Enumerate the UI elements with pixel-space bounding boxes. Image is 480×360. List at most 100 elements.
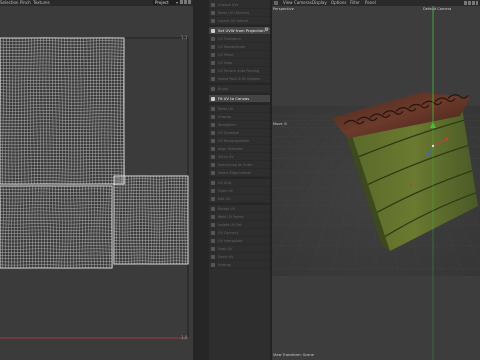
tool-item[interactable]: Unwrap xyxy=(209,113,270,121)
tool-label: Stitch UV xyxy=(218,154,234,159)
tool-icon xyxy=(211,206,215,211)
next-icon[interactable] xyxy=(184,0,187,4)
tool-item[interactable]: Layout UV Islands xyxy=(209,17,270,25)
tool-item[interactable]: Align Selection xyxy=(209,145,270,153)
tool-label: Snap UV xyxy=(218,246,233,251)
uv-coord-top-right: 1,1 xyxy=(181,35,188,40)
tool-item[interactable]: UV Grid xyxy=(209,179,270,187)
uv-island-top-left[interactable] xyxy=(0,37,125,185)
viewport-camera-name[interactable]: Default Camera xyxy=(423,7,451,11)
tool-icon xyxy=(211,162,215,167)
layout-icon[interactable] xyxy=(188,0,191,4)
tool-icon xyxy=(211,130,215,135)
tool-icon xyxy=(211,214,215,219)
tool-item[interactable]: Open UV xyxy=(209,187,270,195)
tool-item[interactable]: Weld UV Points xyxy=(209,213,270,221)
tool-item[interactable]: UV Rotate/Scale xyxy=(209,43,270,51)
viewport-nav-icons[interactable] xyxy=(464,1,478,5)
tool-label: Unwrap xyxy=(218,262,232,267)
gizmo-x-handle[interactable] xyxy=(445,137,449,141)
tool-icon xyxy=(211,180,215,185)
tool-icon xyxy=(211,10,215,15)
tool-label: UV Rectangularize xyxy=(218,138,250,143)
tool-item[interactable]: UV Terrace Auto Packing xyxy=(209,67,270,75)
tool-item[interactable]: Unpack UVs xyxy=(209,1,270,9)
gizmo-small-red-dot xyxy=(410,184,412,186)
tool-label: Relax UV (Stretch) xyxy=(218,10,250,15)
gizmo-center[interactable] xyxy=(431,144,435,148)
tool-item[interactable]: Island Pack & Fit Options xyxy=(209,75,270,83)
3d-viewport[interactable]: Perspective Default Camera Move ⚙ View T… xyxy=(272,6,480,360)
tool-label: UV Terrace Auto Packing xyxy=(218,68,260,73)
uv-coord-bottom-right: 1,0 xyxy=(181,335,188,340)
settings-icon[interactable]: ⚙ xyxy=(284,122,287,126)
tool-item[interactable]: Isolate UV Set xyxy=(209,221,270,229)
tool-item[interactable]: Rotate UV xyxy=(209,205,270,213)
tool-icon xyxy=(211,196,215,201)
tool-icon xyxy=(211,146,215,151)
uv-canvas[interactable] xyxy=(0,6,193,360)
tool-label: Decal UV xyxy=(218,254,234,259)
tool-item[interactable]: UV Rectangularize xyxy=(209,137,270,145)
tool-label: Isolate UV Set xyxy=(218,222,242,227)
tool-icon xyxy=(211,52,215,57)
move-label-text: Move xyxy=(273,122,283,126)
tool-item[interactable]: UV Interpolate xyxy=(209,237,270,245)
tool-icon xyxy=(211,138,215,143)
tool-label: Unwrap xyxy=(218,114,232,119)
tool-item[interactable]: UV Mirror xyxy=(209,51,270,59)
tool-item[interactable]: UV Snap xyxy=(209,59,270,67)
uv-mesh-lines xyxy=(113,175,189,265)
tool-label: UV Quantize xyxy=(218,130,240,135)
tool-label: UV Interpolate xyxy=(218,238,243,243)
tool-label: Rotate UV xyxy=(218,206,235,211)
tool-item[interactable]: Fit UV to Canvas xyxy=(209,95,270,103)
tool-item[interactable]: Edit UV xyxy=(209,195,270,203)
viewport-footer: View Transform: Scene xyxy=(273,353,314,357)
tool-label: UV Rotate/Scale xyxy=(218,44,246,49)
tool-item[interactable]: Seam/Loop to Order xyxy=(209,161,270,169)
gear-icon[interactable]: ⚙ xyxy=(265,28,269,33)
tool-item[interactable]: UV Connect xyxy=(209,229,270,237)
tool-label: Weld UV Points xyxy=(218,214,244,219)
uv-island-bottom-right[interactable] xyxy=(113,175,189,265)
tool-icon xyxy=(211,86,215,91)
tool-icon xyxy=(211,96,215,101)
tool-label: Open UV xyxy=(218,188,233,193)
tool-icon xyxy=(211,114,215,119)
viewport-view-name: Perspective xyxy=(273,7,294,11)
tool-item[interactable]: Straighten xyxy=(209,121,270,129)
tool-item[interactable]: Unwrap xyxy=(209,261,270,269)
uv-mesh-lines xyxy=(0,185,113,269)
tool-item[interactable]: UV Transform xyxy=(209,35,270,43)
tool-item[interactable]: Brush xyxy=(209,85,270,93)
tool-item[interactable]: Relax UV (Stretch) xyxy=(209,9,270,17)
uv-mode-value: Project xyxy=(155,0,169,5)
tool-icon xyxy=(211,170,215,175)
uv-island-bottom-left[interactable] xyxy=(0,185,113,269)
tool-label: Unpack UVs xyxy=(218,2,239,7)
tool-icon xyxy=(211,246,215,251)
tool-label: UV Connect xyxy=(218,230,238,235)
viewport-menu-icon[interactable] xyxy=(274,1,278,5)
uv-mesh-lines xyxy=(0,37,125,185)
tool-icon xyxy=(211,238,215,243)
tool-item[interactable]: Snap UV xyxy=(209,245,270,253)
tool-item[interactable]: UV Quantize xyxy=(209,129,270,137)
panel-divider[interactable] xyxy=(193,0,209,360)
viewport-canvas[interactable] xyxy=(272,6,480,360)
prev-icon[interactable] xyxy=(180,0,183,4)
tool-item[interactable]: Relax UV xyxy=(209,105,270,113)
tool-label: Seam/Loop to Order xyxy=(218,162,253,167)
uv-mode-select[interactable]: Project ▾ xyxy=(153,0,179,5)
tool-item[interactable]: Set UVW from Projection ⚙ xyxy=(209,27,270,35)
gizmo-z-handle[interactable] xyxy=(426,152,430,156)
tool-label: Brush xyxy=(218,86,228,91)
tool-label: UV Grid xyxy=(218,180,231,185)
tool-icon xyxy=(211,60,215,65)
tool-item[interactable]: Decal UV xyxy=(209,253,270,261)
tool-item[interactable]: Stitch UV xyxy=(209,153,270,161)
tool-item[interactable]: Select Edge Islands xyxy=(209,169,270,177)
tool-label: UV Transform xyxy=(218,36,241,41)
tool-icon xyxy=(211,36,215,41)
